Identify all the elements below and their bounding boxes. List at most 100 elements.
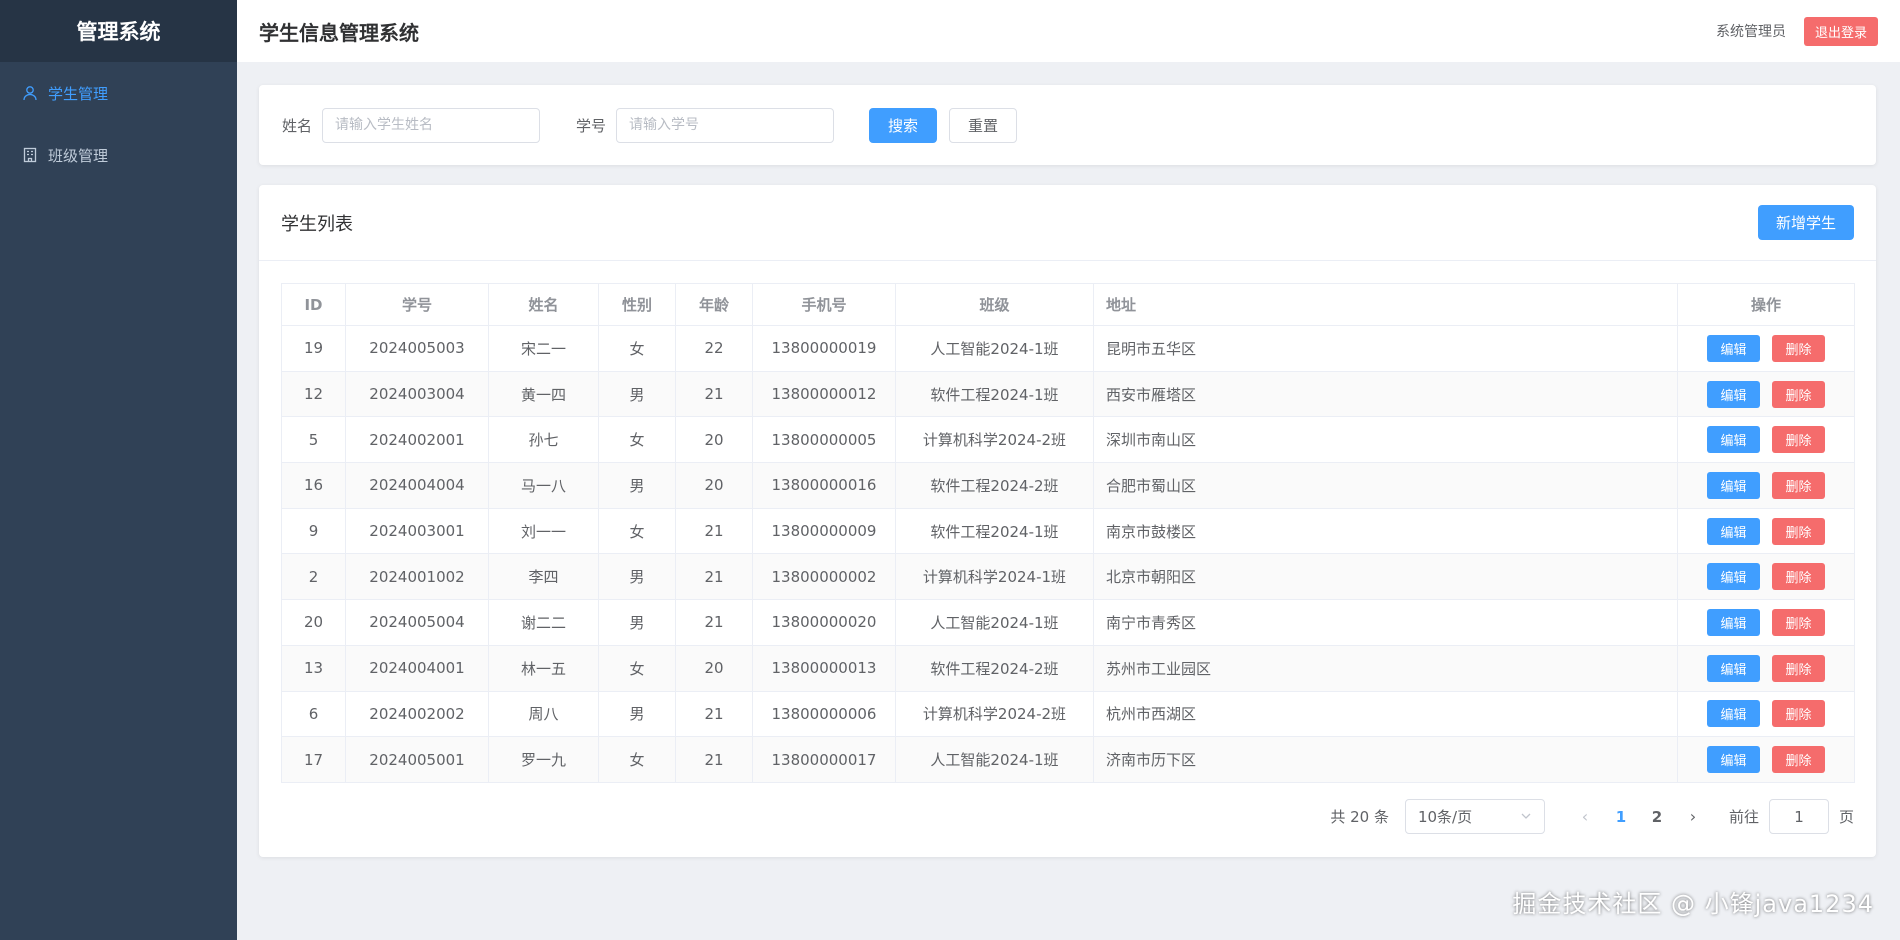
edit-button[interactable]: 编辑 (1707, 334, 1760, 362)
table-cell: 软件工程2024-2班 (895, 644, 1094, 692)
edit-button[interactable]: 编辑 (1707, 380, 1760, 408)
table-cell: 20 (281, 599, 346, 646)
brand-title: 管理系统 (0, 0, 237, 62)
table-cell: 西安市雁塔区 (1093, 370, 1678, 418)
table-cell: 9 (281, 507, 346, 555)
table-cell: 北京市朝阳区 (1093, 553, 1678, 601)
logout-button[interactable]: 退出登录 (1803, 16, 1878, 46)
delete-button[interactable]: 删除 (1772, 563, 1825, 591)
student-table: ID 学号 姓名 性别 年龄 手机号 班级 地址 操作 19 2024005003… (281, 283, 1855, 783)
table-row: 13 2024004001 林一五女 20 13800000013 软件工程2024-2班… (281, 644, 1855, 692)
page-number-1[interactable]: 1 (1603, 808, 1639, 826)
actions-cell: 编辑 删除 (1677, 416, 1855, 464)
column-header: 操作 (1677, 283, 1855, 326)
table-row: 9 2024003001 刘一一女 21 13800000009 软件工程2024-1班南… (281, 507, 1855, 555)
actions-cell: 编辑 删除 (1677, 462, 1855, 509)
table-cell: 女 (598, 736, 676, 783)
search-button[interactable]: 搜索 (869, 107, 938, 143)
table-cell: 合肥市蜀山区 (1093, 462, 1678, 509)
table-cell: 21 (675, 736, 753, 783)
table-cell: 16 (281, 462, 346, 509)
column-header: 年龄 (675, 283, 753, 326)
sidebar-item-label: 班级管理 (48, 146, 109, 165)
table-cell: 19 (281, 325, 346, 372)
student-id-search-input[interactable] (616, 107, 835, 143)
delete-button[interactable]: 删除 (1772, 608, 1825, 636)
column-header: 性别 (598, 283, 676, 326)
table-cell: 13800000019 (752, 325, 896, 372)
sidebar-item-students[interactable]: 学生管理 (0, 62, 237, 124)
table-cell: 17 (281, 736, 346, 783)
edit-button[interactable]: 编辑 (1707, 700, 1760, 728)
table-cell: 13800000002 (752, 553, 896, 601)
column-header: 地址 (1093, 283, 1678, 326)
edit-button[interactable]: 编辑 (1707, 608, 1760, 636)
table-cell: 周八 (488, 690, 599, 738)
goto-label: 前往 (1728, 808, 1759, 826)
table-cell: 男 (598, 553, 676, 601)
reset-button[interactable]: 重置 (949, 107, 1018, 143)
column-header: 手机号 (752, 283, 896, 326)
table-row: 6 2024002002 周八男 21 13800000006 计算机科学2024-2班杭… (281, 690, 1855, 738)
table-cell: 计算机科学2024-1班 (895, 553, 1094, 601)
table-cell: 女 (598, 416, 676, 464)
delete-button[interactable]: 删除 (1772, 654, 1825, 682)
delete-button[interactable]: 删除 (1772, 471, 1825, 499)
actions-cell: 编辑 删除 (1677, 370, 1855, 418)
table-cell: 马一八 (488, 462, 599, 509)
table-cell: 13800000020 (752, 599, 896, 646)
chevron-left-icon[interactable]: ‹ (1567, 807, 1603, 826)
page-title: 学生信息管理系统 (259, 20, 419, 45)
delete-button[interactable]: 删除 (1772, 517, 1825, 545)
table-cell: 计算机科学2024-2班 (895, 690, 1094, 738)
table-cell: 2 (281, 553, 346, 601)
edit-button[interactable]: 编辑 (1707, 471, 1760, 499)
delete-button[interactable]: 删除 (1772, 746, 1825, 774)
actions-cell: 编辑 删除 (1677, 553, 1855, 601)
table-row: 20 2024005004 谢二二男 21 13800000020 人工智能2024-1班… (281, 599, 1855, 646)
edit-button[interactable]: 编辑 (1707, 746, 1760, 774)
page-size-select[interactable]: 10条/页 (1404, 799, 1545, 834)
table-cell: 2024004004 (345, 462, 489, 509)
page-suffix: 页 (1838, 808, 1854, 826)
column-header: ID (281, 283, 346, 326)
actions-cell: 编辑 删除 (1677, 690, 1855, 738)
edit-button[interactable]: 编辑 (1707, 517, 1760, 545)
table-cell: 13800000013 (752, 644, 896, 692)
list-header: 学生列表 新增学生 (259, 185, 1876, 261)
sidebar-item-classes[interactable]: 班级管理 (0, 124, 237, 186)
table-row: 2 2024001002 李四男 21 13800000002 计算机科学2024-1班北… (281, 553, 1855, 601)
actions-cell: 编辑 删除 (1677, 507, 1855, 555)
table-cell: 济南市历下区 (1093, 736, 1678, 783)
watermark: 掘金技术社区 @ 小锋java1234 (1512, 890, 1874, 918)
table-cell: 20 (675, 462, 753, 509)
table-cell: 2024004001 (345, 644, 489, 692)
delete-button[interactable]: 删除 (1772, 380, 1825, 408)
add-student-button[interactable]: 新增学生 (1757, 205, 1854, 240)
goto-page-input[interactable] (1768, 799, 1829, 834)
search-card: 姓名 学号 搜索 重置 (259, 85, 1876, 165)
current-user: 系统管理员 (1715, 24, 1786, 40)
delete-button[interactable]: 删除 (1772, 426, 1825, 454)
table-cell: 计算机科学2024-2班 (895, 416, 1094, 464)
table-cell: 2024005004 (345, 599, 489, 646)
edit-button[interactable]: 编辑 (1707, 563, 1760, 591)
sidebar-item-label: 学生管理 (48, 84, 109, 103)
delete-button[interactable]: 删除 (1772, 334, 1825, 362)
table-cell: 6 (281, 690, 346, 738)
edit-button[interactable]: 编辑 (1707, 426, 1760, 454)
delete-button[interactable]: 删除 (1772, 700, 1825, 728)
table-cell: 13800000016 (752, 462, 896, 509)
edit-button[interactable]: 编辑 (1707, 654, 1760, 682)
chevron-right-icon[interactable]: › (1675, 807, 1711, 826)
table-cell: 2024005001 (345, 736, 489, 783)
name-search-input[interactable] (322, 107, 541, 143)
table-cell: 南宁市青秀区 (1093, 599, 1678, 646)
table-cell: 21 (675, 507, 753, 555)
column-header: 姓名 (488, 283, 599, 326)
table-cell: 13800000012 (752, 370, 896, 418)
table-cell: 人工智能2024-1班 (895, 736, 1094, 783)
building-icon (22, 147, 38, 163)
page-number-2[interactable]: 2 (1639, 808, 1675, 826)
table-cell: 谢二二 (488, 599, 599, 646)
